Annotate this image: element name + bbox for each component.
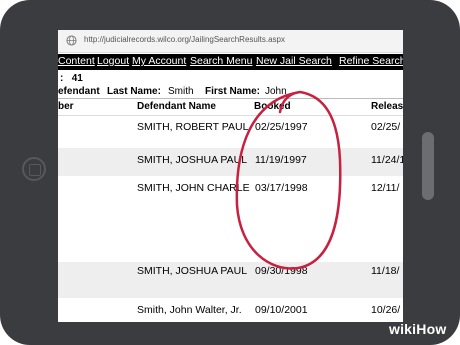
menu-refine-search-link[interactable]: Refine Search bbox=[339, 55, 403, 67]
side-button[interactable] bbox=[422, 132, 434, 200]
table-row[interactable]: Smith, John Walter, Jr. 09/10/2001 10/26… bbox=[58, 298, 403, 322]
search-criteria: efendant Last Name: Smith First Name: Jo… bbox=[58, 86, 287, 97]
menu-search-menu-link[interactable]: Search Menu bbox=[190, 55, 252, 67]
nav-menu: Content Logout My Account Search Menu Ne… bbox=[58, 54, 403, 70]
col-header-booked[interactable]: Booked bbox=[254, 101, 291, 112]
table-row[interactable]: SMITH, JOSHUA PAUL 11/19/1997 11/24/1 bbox=[58, 148, 403, 176]
address-bar[interactable]: http://judicialrecords.wilco.org/Jailing… bbox=[58, 30, 403, 53]
col-header-release[interactable]: Releas bbox=[371, 101, 403, 112]
menu-my-account-link[interactable]: My Account bbox=[132, 55, 186, 67]
menu-new-jail-search-link[interactable]: New Jail Search bbox=[256, 55, 332, 67]
browser-screen: http://judicialrecords.wilco.org/Jailing… bbox=[58, 30, 403, 322]
wikihow-watermark: wikiHow bbox=[389, 321, 447, 337]
col-header-number[interactable]: ber bbox=[58, 101, 74, 112]
table-row[interactable]: SMITH, JOHN CHARLE 03/17/1998 12/11/ bbox=[58, 176, 403, 262]
url-text[interactable]: http://judicialrecords.wilco.org/Jailing… bbox=[84, 35, 285, 44]
record-count: : 41 bbox=[60, 73, 83, 84]
table-row[interactable]: SMITH, JOSHUA PAUL 09/30/1998 11/18/ bbox=[58, 262, 403, 298]
table-header: ber Defendant Name Booked Releas bbox=[58, 98, 403, 116]
col-header-defendant[interactable]: Defendant Name bbox=[137, 101, 216, 112]
tablet-frame: http://judicialrecords.wilco.org/Jailing… bbox=[0, 0, 460, 345]
menu-logout-link[interactable]: Logout bbox=[97, 55, 129, 67]
globe-icon bbox=[66, 35, 77, 46]
menu-content-link[interactable]: Content bbox=[58, 55, 95, 67]
table-row[interactable]: SMITH, ROBERT PAUL 02/25/1997 02/25/ bbox=[58, 115, 403, 148]
home-button[interactable] bbox=[22, 157, 46, 181]
